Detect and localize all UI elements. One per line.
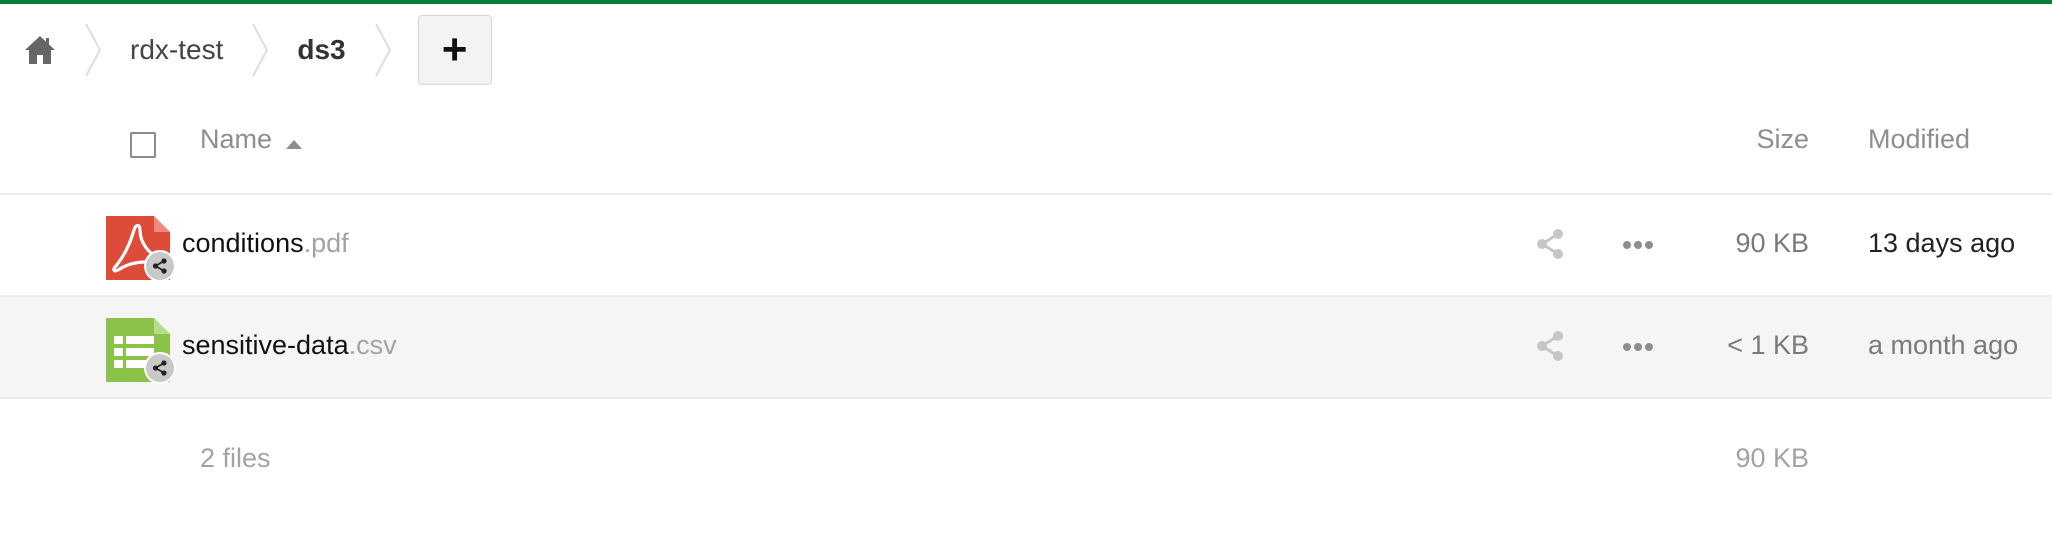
file-row[interactable]: conditions.pdf 90 KB 13 days ago xyxy=(0,195,2052,297)
breadcrumb-item-rdx-test[interactable]: rdx-test xyxy=(106,4,247,96)
plus-icon: + xyxy=(441,25,468,74)
file-basename: conditions xyxy=(182,228,304,258)
shared-indicator-icon xyxy=(144,352,176,384)
file-name[interactable]: sensitive-data.csv xyxy=(182,330,397,361)
file-modified: 13 days ago xyxy=(1868,228,2016,258)
column-header-size[interactable]: Size xyxy=(1756,124,1809,155)
total-size: 90 KB xyxy=(1735,443,1809,473)
file-modified: a month ago xyxy=(1868,330,2019,360)
file-size: 90 KB xyxy=(1735,228,1809,258)
column-header-modified[interactable]: Modified xyxy=(1868,124,1970,155)
sort-ascending-icon[interactable] xyxy=(286,140,302,149)
share-icon[interactable] xyxy=(1534,228,1566,260)
breadcrumb: rdx-test ds3 + xyxy=(0,4,492,96)
file-extension: .pdf xyxy=(303,228,349,258)
breadcrumb-item-ds3[interactable]: ds3 xyxy=(273,4,369,96)
file-count: 2 files xyxy=(200,443,271,473)
share-icon[interactable] xyxy=(1534,330,1566,362)
new-item-button[interactable]: + xyxy=(417,15,492,85)
home-icon xyxy=(25,36,55,64)
file-row[interactable]: sensitive-data.csv < 1 KB a month ago xyxy=(0,297,2052,399)
breadcrumb-separator xyxy=(85,23,102,77)
file-list-header: Name Size Modified xyxy=(0,96,2052,195)
more-options-icon[interactable] xyxy=(1622,337,1654,357)
file-basename: sensitive-data xyxy=(182,330,349,360)
file-list-summary: 2 files 90 KB xyxy=(0,399,2052,499)
more-options-icon[interactable] xyxy=(1622,235,1654,255)
file-extension: .csv xyxy=(348,330,397,360)
select-all-checkbox[interactable] xyxy=(130,132,156,158)
breadcrumb-separator xyxy=(374,23,391,77)
breadcrumb-home[interactable] xyxy=(0,4,80,96)
column-header-name[interactable]: Name xyxy=(200,124,272,155)
file-name[interactable]: conditions.pdf xyxy=(182,228,349,259)
shared-indicator-icon xyxy=(144,250,176,282)
file-size: < 1 KB xyxy=(1727,330,1809,360)
breadcrumb-separator xyxy=(252,23,269,77)
